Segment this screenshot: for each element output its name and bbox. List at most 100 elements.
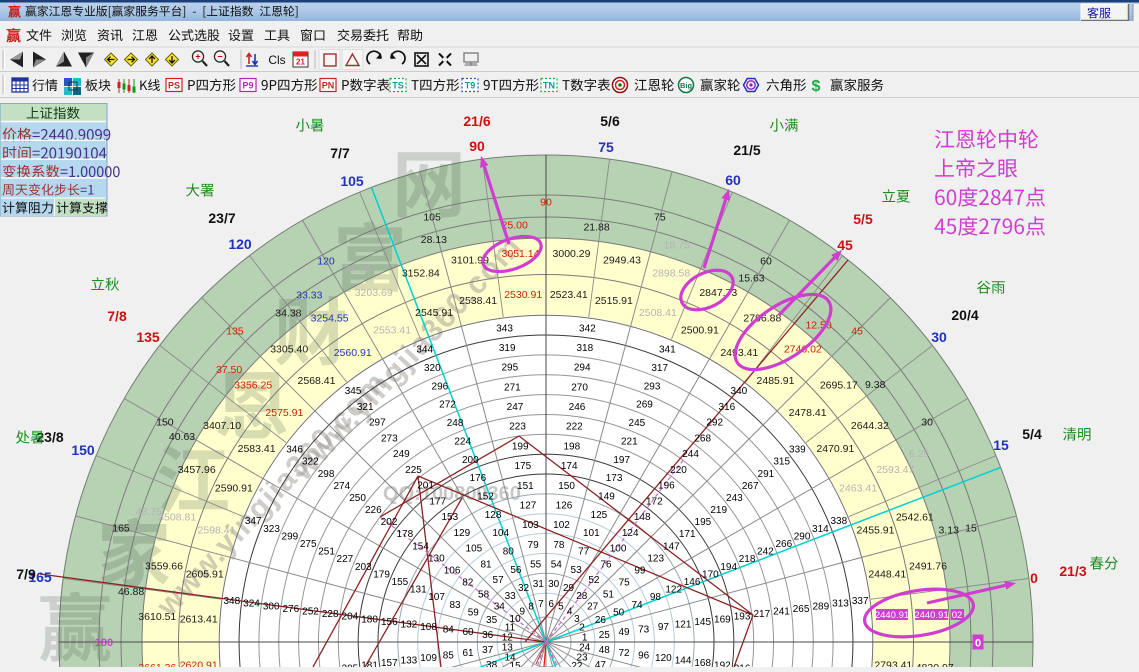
svg-text:23: 23	[576, 652, 588, 663]
svg-text:2545.91: 2545.91	[415, 307, 453, 319]
svg-text:32: 32	[518, 583, 530, 594]
svg-text:252: 252	[302, 607, 319, 618]
svg-text:P9: P9	[242, 81, 253, 91]
svg-text:78: 78	[553, 540, 565, 551]
svg-text:2613.41: 2613.41	[180, 614, 218, 626]
svg-text:291: 291	[758, 469, 775, 480]
svg-text:221: 221	[621, 436, 638, 447]
svg-text:150: 150	[71, 442, 95, 458]
svg-text:299: 299	[282, 531, 299, 542]
svg-text:18.75: 18.75	[663, 239, 689, 251]
svg-text:322: 322	[302, 457, 319, 468]
svg-text:5/5: 5/5	[853, 211, 873, 227]
svg-text:2949.43: 2949.43	[603, 255, 641, 267]
svg-text:174: 174	[561, 461, 578, 472]
svg-text:295: 295	[501, 363, 518, 374]
svg-text:81: 81	[480, 559, 492, 570]
svg-text:25: 25	[599, 630, 611, 641]
svg-text:7/7: 7/7	[330, 145, 350, 161]
svg-text:339: 339	[789, 445, 806, 456]
svg-text:242: 242	[757, 547, 774, 558]
svg-text:180: 180	[95, 637, 113, 649]
svg-text:3203.69: 3203.69	[355, 287, 393, 299]
svg-text:176: 176	[470, 473, 487, 484]
svg-text:2493.41: 2493.41	[720, 347, 758, 359]
svg-text:21.88: 21.88	[583, 222, 609, 234]
svg-text:85: 85	[443, 650, 455, 661]
svg-text:244: 244	[682, 449, 699, 460]
svg-text:37.50: 37.50	[216, 364, 242, 376]
svg-text:293: 293	[644, 381, 661, 392]
svg-text:103: 103	[522, 520, 539, 531]
svg-text:75: 75	[654, 212, 666, 224]
svg-text:27: 27	[587, 602, 599, 613]
svg-text:320: 320	[424, 363, 441, 374]
svg-text:150: 150	[558, 481, 575, 492]
svg-text:170: 170	[702, 569, 719, 580]
svg-text:45: 45	[851, 325, 863, 337]
svg-text:34: 34	[494, 602, 506, 613]
svg-text:3356.25: 3356.25	[234, 380, 272, 392]
svg-text:2590.91: 2590.91	[215, 483, 253, 495]
svg-text:181: 181	[361, 661, 378, 667]
svg-text:135: 135	[136, 329, 160, 345]
svg-text:348: 348	[223, 596, 240, 607]
svg-text:193: 193	[734, 612, 751, 623]
svg-text:Cls: Cls	[268, 53, 285, 67]
svg-text:123: 123	[647, 553, 664, 564]
svg-text:2583.41: 2583.41	[238, 443, 276, 455]
svg-text:35: 35	[486, 615, 498, 626]
svg-text:247: 247	[507, 402, 524, 413]
svg-text:PN: PN	[322, 81, 335, 91]
svg-text:2575.91: 2575.91	[265, 407, 303, 419]
svg-text:21/5: 21/5	[733, 142, 760, 158]
svg-text:203: 203	[355, 562, 372, 573]
svg-text:97: 97	[658, 622, 670, 633]
svg-text:156: 156	[381, 617, 398, 628]
svg-text:296: 296	[432, 381, 449, 392]
svg-text:59: 59	[468, 607, 480, 618]
svg-text:104: 104	[492, 528, 509, 539]
svg-text:196: 196	[658, 481, 675, 492]
svg-text:2542.61: 2542.61	[896, 511, 934, 523]
svg-text:15.63: 15.63	[738, 273, 764, 285]
svg-text:T9: T9	[465, 81, 476, 91]
svg-text:2455.91: 2455.91	[857, 525, 895, 537]
svg-text:300: 300	[263, 601, 280, 612]
svg-text:345: 345	[345, 386, 362, 397]
svg-text:3.13: 3.13	[938, 524, 959, 536]
svg-text:198: 198	[563, 441, 580, 452]
svg-text:226: 226	[365, 505, 382, 516]
svg-text:51: 51	[603, 590, 615, 601]
svg-text:201: 201	[417, 481, 434, 492]
svg-text:154: 154	[412, 541, 429, 552]
svg-text:199: 199	[512, 441, 529, 452]
svg-text:2898.58: 2898.58	[652, 268, 690, 280]
svg-text:128: 128	[485, 510, 502, 521]
svg-text:100: 100	[610, 544, 627, 555]
svg-text:3457.96: 3457.96	[178, 464, 216, 476]
svg-text:168: 168	[694, 658, 711, 667]
svg-text:178: 178	[396, 529, 413, 540]
svg-text:83: 83	[449, 600, 461, 611]
svg-text:272: 272	[439, 400, 456, 411]
svg-text:3610.51: 3610.51	[138, 611, 176, 623]
svg-text:179: 179	[373, 569, 390, 580]
svg-text:2553.41: 2553.41	[373, 324, 411, 336]
svg-text:20/4: 20/4	[951, 307, 978, 323]
svg-text:38: 38	[486, 660, 498, 667]
svg-text:54: 54	[551, 560, 563, 571]
svg-text:49: 49	[618, 627, 630, 638]
svg-text:338: 338	[830, 516, 847, 527]
svg-text:40.63: 40.63	[169, 431, 195, 443]
svg-text:341: 341	[659, 345, 676, 356]
svg-text:107: 107	[428, 592, 445, 603]
svg-text:9.38: 9.38	[865, 379, 886, 391]
svg-text:24: 24	[579, 643, 591, 654]
svg-text:2593.47: 2593.47	[876, 464, 914, 476]
svg-text:75: 75	[598, 139, 614, 155]
svg-text:294: 294	[574, 363, 591, 374]
svg-text:76: 76	[600, 559, 612, 570]
svg-text:135: 135	[226, 325, 244, 337]
svg-text:150: 150	[156, 417, 174, 429]
